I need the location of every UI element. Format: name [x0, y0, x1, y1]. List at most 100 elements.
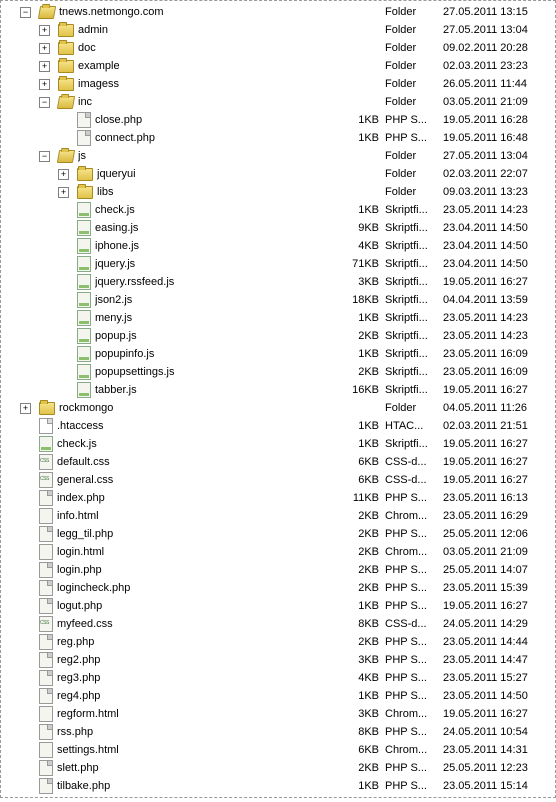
file-size: 4KB — [331, 672, 385, 684]
file-html-icon — [39, 544, 53, 560]
file-date: 04.05.2011 11:26 — [443, 402, 555, 414]
file-date: 23.05.2011 16:09 — [443, 348, 555, 360]
collapse-icon[interactable]: − — [20, 7, 31, 18]
file-type: Skriptfi... — [385, 294, 443, 306]
file-type: Folder — [385, 186, 443, 198]
tree-row[interactable]: tabber.js16KBSkriptfi...19.05.2011 16:27 — [1, 381, 555, 399]
tree-row[interactable]: login.html2KBChrom...03.05.2011 21:09 — [1, 543, 555, 561]
tree-row[interactable]: check.js1KBSkriptfi...23.05.2011 14:23 — [1, 201, 555, 219]
tree-row[interactable]: rss.php8KBPHP S...24.05.2011 10:54 — [1, 723, 555, 741]
tree-row[interactable]: reg2.php3KBPHP S...23.05.2011 14:47 — [1, 651, 555, 669]
expand-icon[interactable]: + — [39, 61, 50, 72]
tree-connector — [20, 745, 31, 756]
file-js-icon — [77, 274, 91, 290]
file-type: Skriptfi... — [385, 240, 443, 252]
tree-row[interactable]: reg.php2KBPHP S...23.05.2011 14:44 — [1, 633, 555, 651]
file-html-icon — [39, 706, 53, 722]
file-type: HTAC... — [385, 420, 443, 432]
tree-row[interactable]: logut.php1KBPHP S...19.05.2011 16:27 — [1, 597, 555, 615]
tree-row[interactable]: close.php1KBPHP S...19.05.2011 16:28 — [1, 111, 555, 129]
tree-row[interactable]: popupinfo.js1KBSkriptfi...23.05.2011 16:… — [1, 345, 555, 363]
file-name: iphone.js — [95, 240, 331, 252]
tree-row[interactable]: connect.php1KBPHP S...19.05.2011 16:48 — [1, 129, 555, 147]
tree-row[interactable]: json2.js18KBSkriptfi...04.04.2011 13:59 — [1, 291, 555, 309]
expand-icon[interactable]: + — [39, 43, 50, 54]
tree-row[interactable]: easing.js9KBSkriptfi...23.04.2011 14:50 — [1, 219, 555, 237]
tree-row[interactable]: +rockmongoFolder04.05.2011 11:26 — [1, 399, 555, 417]
file-name: rockmongo — [59, 402, 331, 414]
file-name: default.css — [57, 456, 331, 468]
file-date: 23.05.2011 14:23 — [443, 330, 555, 342]
tree-row[interactable]: jquery.rssfeed.js3KBSkriptfi...19.05.201… — [1, 273, 555, 291]
file-type: CSS-d... — [385, 456, 443, 468]
file-php-icon — [39, 634, 53, 650]
tree-connector — [20, 547, 31, 558]
file-type: Skriptfi... — [385, 276, 443, 288]
tree-row[interactable]: reg3.php4KBPHP S...23.05.2011 15:27 — [1, 669, 555, 687]
folder-open-icon — [38, 6, 56, 19]
tree-row[interactable]: myfeed.css8KBCSS-d...24.05.2011 14:29 — [1, 615, 555, 633]
tree-row[interactable]: settings.html6KBChrom...23.05.2011 14:31 — [1, 741, 555, 759]
tree-connector — [58, 241, 69, 252]
tree-connector — [20, 511, 31, 522]
file-size: 8KB — [331, 726, 385, 738]
tree-row[interactable]: login.php2KBPHP S...25.05.2011 14:07 — [1, 561, 555, 579]
folder-open-icon — [57, 150, 75, 163]
file-size: 9KB — [331, 222, 385, 234]
file-date: 25.05.2011 14:07 — [443, 564, 555, 576]
file-name: settings.html — [57, 744, 331, 756]
tree-row[interactable]: +imagessFolder26.05.2011 11:44 — [1, 75, 555, 93]
expand-icon[interactable]: + — [39, 25, 50, 36]
file-js-icon — [77, 220, 91, 236]
tree-row[interactable]: logincheck.php2KBPHP S...23.05.2011 15:3… — [1, 579, 555, 597]
tree-connector — [20, 493, 31, 504]
tree-row[interactable]: +exampleFolder02.03.2011 23:23 — [1, 57, 555, 75]
tree-row[interactable]: +jqueryuiFolder02.03.2011 22:07 — [1, 165, 555, 183]
tree-row[interactable]: meny.js1KBSkriptfi...23.05.2011 14:23 — [1, 309, 555, 327]
tree-row[interactable]: .htaccess1KBHTAC...02.03.2011 21:51 — [1, 417, 555, 435]
file-type: Skriptfi... — [385, 222, 443, 234]
tree-row[interactable]: popup.js2KBSkriptfi...23.05.2011 14:23 — [1, 327, 555, 345]
file-name: inc — [78, 96, 331, 108]
tree-row[interactable]: default.css6KBCSS-d...19.05.2011 16:27 — [1, 453, 555, 471]
file-date: 26.05.2011 11:44 — [443, 78, 555, 90]
tree-row[interactable]: popupsettings.js2KBSkriptfi...23.05.2011… — [1, 363, 555, 381]
tree-row[interactable]: −tnews.netmongo.comFolder27.05.2011 13:1… — [1, 3, 555, 21]
tree-row[interactable]: −incFolder03.05.2011 21:09 — [1, 93, 555, 111]
tree-row[interactable]: index.php11KBPHP S...23.05.2011 16:13 — [1, 489, 555, 507]
tree-row[interactable]: legg_til.php2KBPHP S...25.05.2011 12:06 — [1, 525, 555, 543]
tree-row[interactable]: general.css6KBCSS-d...19.05.2011 16:27 — [1, 471, 555, 489]
file-js-icon — [77, 346, 91, 362]
folder-closed-icon — [77, 168, 93, 181]
expand-icon[interactable]: + — [20, 403, 31, 414]
tree-row[interactable]: iphone.js4KBSkriptfi...23.04.2011 14:50 — [1, 237, 555, 255]
file-type: Folder — [385, 168, 443, 180]
file-name: reg3.php — [57, 672, 331, 684]
file-type: PHP S... — [385, 114, 443, 126]
tree-row[interactable]: +docFolder09.02.2011 20:28 — [1, 39, 555, 57]
tree-row[interactable]: tilbake.php1KBPHP S...23.05.2011 15:14 — [1, 777, 555, 795]
file-php-icon — [39, 580, 53, 596]
tree-row[interactable]: +adminFolder27.05.2011 13:04 — [1, 21, 555, 39]
file-size: 2KB — [331, 528, 385, 540]
tree-connector — [58, 223, 69, 234]
tree-row[interactable]: slett.php2KBPHP S...25.05.2011 12:23 — [1, 759, 555, 777]
tree-connector — [20, 781, 31, 792]
expand-icon[interactable]: + — [58, 187, 69, 198]
file-type: PHP S... — [385, 564, 443, 576]
file-name: admin — [78, 24, 331, 36]
file-size: 4KB — [331, 240, 385, 252]
collapse-icon[interactable]: − — [39, 97, 50, 108]
file-size: 2KB — [331, 564, 385, 576]
expand-icon[interactable]: + — [39, 79, 50, 90]
tree-row[interactable]: regform.html3KBChrom...19.05.2011 16:27 — [1, 705, 555, 723]
tree-row[interactable]: jquery.js71KBSkriptfi...23.04.2011 14:50 — [1, 255, 555, 273]
file-type: Folder — [385, 150, 443, 162]
tree-row[interactable]: +libsFolder09.03.2011 13:23 — [1, 183, 555, 201]
expand-icon[interactable]: + — [58, 169, 69, 180]
tree-row[interactable]: −jsFolder27.05.2011 13:04 — [1, 147, 555, 165]
tree-row[interactable]: info.html2KBChrom...23.05.2011 16:29 — [1, 507, 555, 525]
tree-row[interactable]: reg4.php1KBPHP S...23.05.2011 14:50 — [1, 687, 555, 705]
collapse-icon[interactable]: − — [39, 151, 50, 162]
tree-row[interactable]: check.js1KBSkriptfi...19.05.2011 16:27 — [1, 435, 555, 453]
